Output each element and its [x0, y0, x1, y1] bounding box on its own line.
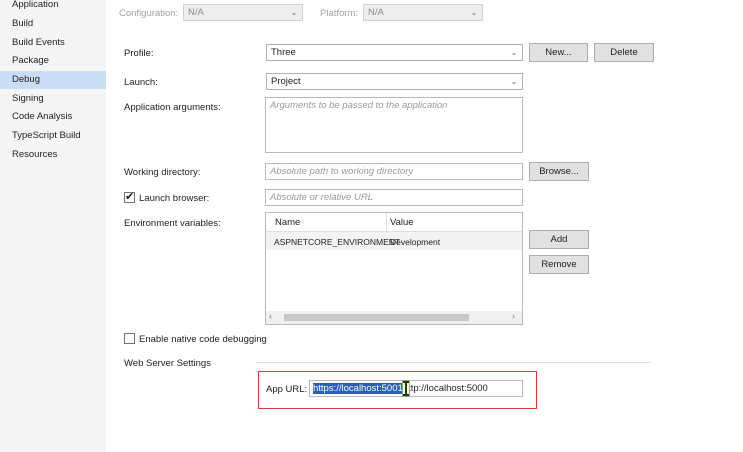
sidebar-item-code-analysis[interactable]: Code Analysis — [0, 108, 106, 126]
chevron-down-icon: ⌄ — [510, 48, 518, 57]
grid-header: Name Value — [266, 213, 522, 232]
column-header-value[interactable]: Value — [390, 217, 414, 228]
sidebar-item-signing[interactable]: Signing — [0, 90, 106, 108]
configuration-label: Configuration: — [119, 8, 179, 19]
chevron-down-icon: ⌄ — [510, 77, 518, 86]
native-debugging-checkbox[interactable] — [124, 333, 135, 344]
scroll-left-icon[interactable]: ‹ — [269, 311, 272, 321]
launch-browser-url-input[interactable]: Absolute or relative URL — [265, 189, 523, 206]
app-url-label: App URL: — [266, 384, 308, 395]
application-arguments-placeholder: Arguments to be passed to the applicatio… — [270, 100, 448, 111]
configuration-value: N/A — [188, 7, 204, 18]
app-url-remaining-text: http://localhost:5000 — [402, 383, 488, 394]
launch-value: Project — [271, 76, 301, 87]
environment-variables-grid[interactable]: Name Value ASPNETCORE_ENVIRONMENT Develo… — [265, 212, 523, 325]
sidebar-item-typescript-build[interactable]: TypeScript Build — [0, 127, 106, 145]
delete-profile-button[interactable]: Delete — [594, 43, 654, 62]
sidebar-item-debug[interactable]: Debug — [0, 71, 106, 89]
native-debugging-label: Enable native code debugging — [139, 334, 267, 345]
new-profile-button[interactable]: New... — [529, 43, 588, 62]
launch-browser-checkbox[interactable]: ✔ — [124, 191, 135, 203]
section-divider — [256, 362, 651, 363]
app-url-input[interactable]: https://localhost:5001http://localhost:5… — [309, 380, 523, 397]
column-divider — [386, 213, 387, 231]
environment-variables-label: Environment variables: — [124, 218, 221, 229]
web-server-settings-heading: Web Server Settings — [124, 358, 211, 369]
text-cursor-icon — [401, 379, 411, 398]
profile-label: Profile: — [124, 48, 154, 59]
sidebar: Application Build Build Events Package D… — [0, 0, 106, 452]
scroll-right-icon[interactable]: › — [512, 311, 515, 321]
chevron-down-icon: ⌄ — [290, 8, 298, 17]
platform-value: N/A — [368, 7, 384, 18]
app-url-selected-text: https://localhost:5001 — [313, 383, 403, 394]
add-variable-button[interactable]: Add — [529, 230, 589, 249]
working-directory-placeholder: Absolute path to working directory — [270, 166, 414, 177]
env-row-name: ASPNETCORE_ENVIRONMENT — [274, 237, 401, 247]
launch-browser-url-placeholder: Absolute or relative URL — [270, 192, 373, 203]
env-row-value: Development — [390, 237, 441, 247]
column-header-name[interactable]: Name — [275, 217, 300, 228]
checkmark-icon: ✔ — [125, 191, 135, 203]
profile-dropdown[interactable]: Three ⌄ — [266, 44, 523, 61]
browse-button[interactable]: Browse... — [529, 162, 589, 181]
sidebar-item-build[interactable]: Build — [0, 15, 106, 33]
platform-label: Platform: — [320, 8, 359, 19]
chevron-down-icon: ⌄ — [470, 8, 478, 17]
horizontal-scrollbar[interactable]: ‹ › — [266, 311, 522, 324]
configuration-dropdown[interactable]: N/A ⌄ — [183, 4, 303, 21]
working-directory-label: Working directory: — [124, 167, 201, 178]
application-arguments-input[interactable]: Arguments to be passed to the applicatio… — [265, 97, 523, 153]
application-arguments-label: Application arguments: — [124, 102, 221, 113]
remove-variable-button[interactable]: Remove — [529, 255, 589, 274]
scrollbar-thumb[interactable] — [284, 314, 469, 321]
platform-dropdown[interactable]: N/A ⌄ — [363, 4, 483, 21]
table-row[interactable]: ASPNETCORE_ENVIRONMENT Development — [266, 232, 522, 250]
launch-label: Launch: — [124, 77, 158, 88]
working-directory-input[interactable]: Absolute path to working directory — [265, 163, 523, 180]
profile-value: Three — [271, 47, 296, 58]
sidebar-item-resources[interactable]: Resources — [0, 146, 106, 164]
launch-dropdown[interactable]: Project ⌄ — [266, 73, 523, 90]
sidebar-item-application[interactable]: Application — [0, 0, 106, 14]
launch-browser-label: Launch browser: — [139, 193, 210, 204]
sidebar-item-package[interactable]: Package — [0, 52, 106, 70]
sidebar-item-build-events[interactable]: Build Events — [0, 34, 106, 52]
